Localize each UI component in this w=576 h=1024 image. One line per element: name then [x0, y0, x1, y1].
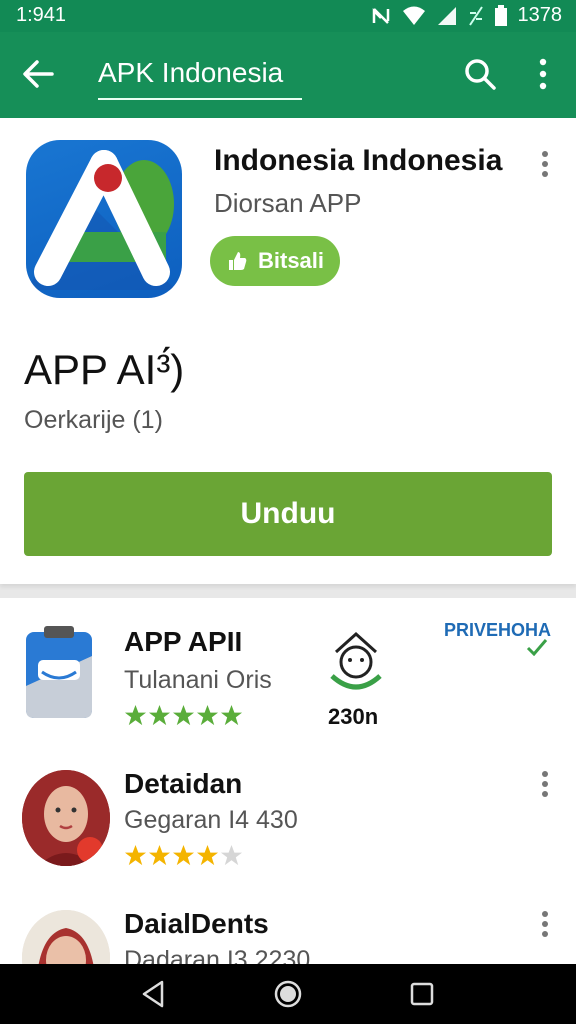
- clipboard-app-icon: [26, 626, 92, 718]
- star-icon: [196, 844, 219, 866]
- check-icon: [526, 639, 548, 656]
- item-title: Detaidan: [124, 768, 243, 799]
- search-input[interactable]: APK Indonesia: [98, 57, 283, 88]
- nfc-icon: [372, 7, 389, 24]
- wifi-icon: [402, 6, 425, 25]
- header-subtitle: Diorsan APP: [214, 188, 362, 218]
- back-arrow-icon[interactable]: [20, 56, 56, 92]
- status-time: 1:941: [16, 4, 67, 26]
- more-vert-icon[interactable]: [538, 770, 552, 798]
- item-title: DaialDents: [124, 908, 269, 939]
- app-list-card: APP APII Tulanani Oris 230n PRIVEHOHA De…: [0, 598, 576, 964]
- star-icon: [220, 844, 243, 866]
- badge-label: Bitsali: [258, 248, 325, 273]
- hand-icon: [229, 252, 247, 270]
- item-subtitle: Tulanani Oris: [124, 666, 272, 694]
- nav-recents-icon[interactable]: [406, 978, 438, 1010]
- data-icon: [468, 5, 483, 26]
- star-icon: [220, 704, 243, 726]
- list-item[interactable]: DaialDents Dadaran I3 2230: [0, 888, 576, 964]
- star-icon: [196, 704, 219, 726]
- search-field[interactable]: APK Indonesia: [98, 50, 302, 100]
- app-header-card: Indonesia Indonesia Diorsan APP Bitsali …: [0, 118, 576, 584]
- app-logo-icon: [26, 140, 182, 298]
- navigation-bar: [0, 964, 576, 1024]
- rating-stars: [124, 844, 243, 867]
- status-bar: 1:941 1378: [0, 0, 576, 32]
- status-icons: 1378: [370, 4, 563, 27]
- battery-text: 1378: [517, 4, 563, 26]
- rating-stars: [124, 704, 243, 727]
- star-icon: [124, 844, 147, 866]
- item-title: APP APII: [124, 626, 243, 657]
- item-subtitle: Dadaran I3 2230: [124, 946, 311, 964]
- nav-home-icon[interactable]: [272, 978, 304, 1010]
- app-bar: APK Indonesia: [0, 32, 576, 118]
- star-icon: [148, 844, 171, 866]
- avatar: [22, 770, 110, 866]
- nav-back-icon[interactable]: [138, 978, 170, 1010]
- more-vert-icon[interactable]: [538, 910, 552, 938]
- review-count: Oerkarije (1): [24, 406, 163, 434]
- star-icon: [124, 704, 147, 726]
- avatar: [22, 910, 110, 964]
- house-face-icon: [330, 631, 382, 690]
- item-subtitle: Gegaran I4 430: [124, 806, 298, 834]
- screen: 1:941 1378 APK Indonesia Indonesia Indon…: [0, 0, 576, 1024]
- search-icon[interactable]: [462, 56, 498, 92]
- item-count: 230n: [328, 704, 379, 729]
- badge-pill[interactable]: Bitsali: [210, 236, 340, 286]
- install-button[interactable]: Unduu: [24, 472, 552, 556]
- signal-icon: [437, 6, 456, 25]
- list-item[interactable]: APP APII Tulanani Oris 230n PRIVEHOHA: [0, 598, 576, 748]
- star-icon: [148, 704, 171, 726]
- more-vert-icon[interactable]: [538, 150, 552, 178]
- more-vert-icon[interactable]: [530, 56, 556, 92]
- header-title: Indonesia Indonesia: [214, 144, 503, 177]
- list-item[interactable]: Detaidan Gegaran I4 430: [0, 748, 576, 888]
- star-icon: [172, 844, 195, 866]
- app-name: APP AI³́): [24, 346, 185, 393]
- star-icon: [172, 704, 195, 726]
- battery-icon: [494, 4, 507, 26]
